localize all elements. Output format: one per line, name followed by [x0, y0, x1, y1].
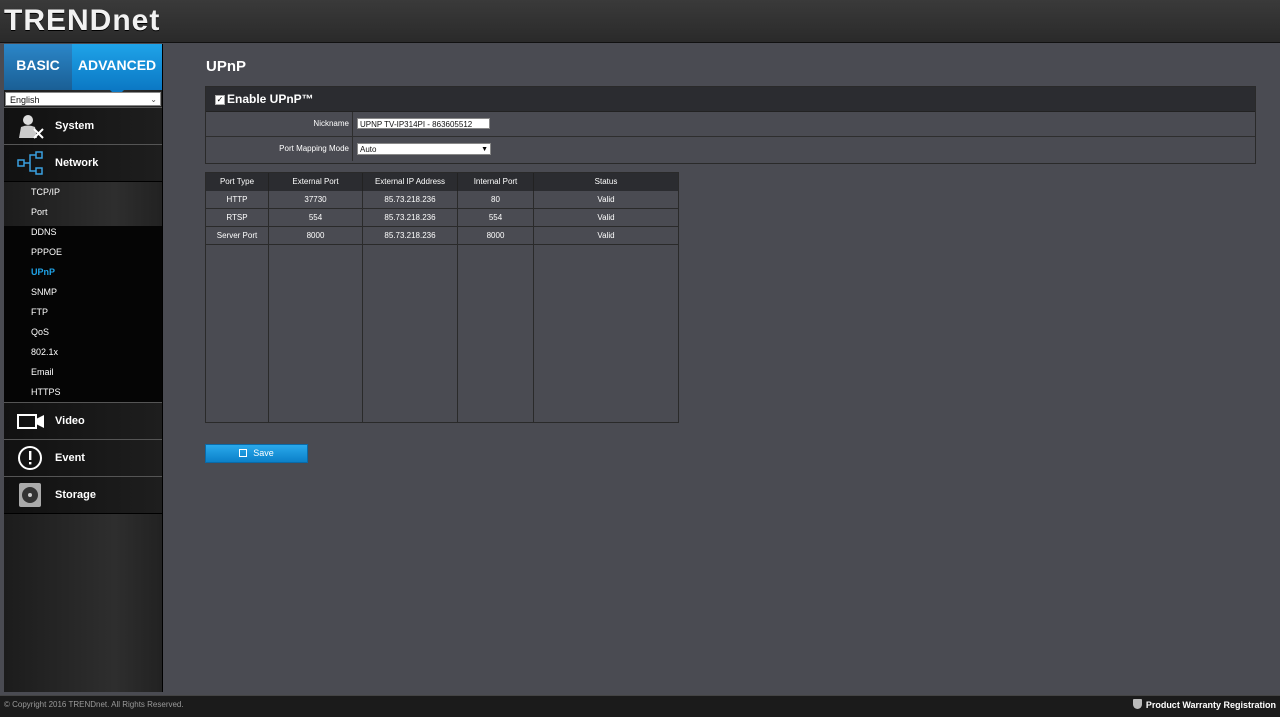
- tab-advanced[interactable]: ADVANCED: [72, 44, 162, 97]
- table-cell: Server Port: [206, 227, 269, 245]
- table-cell: 85.73.218.236: [363, 209, 458, 227]
- sidebar-section-label: Network: [55, 157, 99, 169]
- port-mapping-value: Auto: [360, 145, 377, 154]
- column-divider: [362, 191, 363, 422]
- language-value: English: [10, 95, 40, 105]
- table-cell: 8000: [458, 227, 534, 245]
- enable-upnp-checkbox[interactable]: ✓: [215, 95, 225, 105]
- column-header: Port Type: [206, 173, 269, 191]
- sidebar-item-upnp[interactable]: UPnP: [4, 262, 162, 282]
- sidebar-item-https[interactable]: HTTPS: [4, 382, 162, 402]
- sidebar-section-label: Storage: [55, 489, 96, 501]
- table-cell: HTTP: [206, 191, 269, 209]
- table-cell: Valid: [534, 227, 678, 245]
- language-select[interactable]: English ⌄: [5, 92, 161, 106]
- column-header: External IP Address: [363, 173, 458, 191]
- shield-icon: [1132, 699, 1142, 709]
- sidebar-item-qos[interactable]: QoS: [4, 322, 162, 342]
- table-cell: Valid: [534, 191, 678, 209]
- sidebar-section-label: Event: [55, 452, 85, 464]
- port-mapping-label: Port Mapping Mode: [206, 137, 353, 161]
- save-button[interactable]: Save: [205, 444, 308, 463]
- table-cell: 8000: [269, 227, 363, 245]
- sidebar-section-system[interactable]: System: [4, 107, 162, 145]
- copyright-text: © Copyright 2016 TRENDnet. All Rights Re…: [4, 700, 184, 709]
- page-title: UPnP: [206, 58, 247, 75]
- port-mapping-select[interactable]: Auto ▼: [357, 143, 491, 155]
- alert-icon: [18, 446, 42, 470]
- footer: © Copyright 2016 TRENDnet. All Rights Re…: [0, 695, 1280, 717]
- nickname-input[interactable]: UPNP TV-IP314PI - 863605512: [357, 118, 490, 129]
- column-header: Internal Port: [458, 173, 534, 191]
- warranty-label: Product Warranty Registration: [1145, 700, 1276, 710]
- upnp-settings-panel: ✓ Enable UPnP™ Nickname UPNP TV-IP314PI …: [205, 86, 1256, 164]
- sidebar-section-storage[interactable]: Storage: [4, 476, 162, 514]
- save-icon: [239, 449, 248, 457]
- chevron-down-icon: ▼: [481, 146, 488, 153]
- sidebar-item-ddns[interactable]: DDNS: [4, 222, 162, 242]
- sidebar-item-pppoe[interactable]: PPPOE: [4, 242, 162, 262]
- save-label: Save: [253, 448, 274, 458]
- sidebar-item-snmp[interactable]: SNMP: [4, 282, 162, 302]
- table-cell: 37730: [269, 191, 363, 209]
- column-divider: [457, 191, 458, 422]
- mode-tabs: BASIC ADVANCED: [4, 44, 162, 97]
- port-mapping-row: Port Mapping Mode Auto ▼: [206, 137, 1255, 161]
- table-cell: RTSP: [206, 209, 269, 227]
- sidebar-item-email[interactable]: Email: [4, 362, 162, 382]
- chevron-down-icon: ⌄: [150, 95, 157, 104]
- sidebar-section-label: Video: [55, 415, 85, 427]
- tab-basic[interactable]: BASIC: [4, 44, 72, 90]
- sidebar-section-event[interactable]: Event: [4, 439, 162, 477]
- sidebar-item-port[interactable]: Port: [4, 202, 162, 222]
- top-header: TRENDnet: [0, 0, 1280, 43]
- nickname-row: Nickname UPNP TV-IP314PI - 863605512: [206, 112, 1255, 137]
- enable-upnp-label: Enable UPnP™: [227, 92, 314, 106]
- sidebar-item-8021x[interactable]: 802.1x: [4, 342, 162, 362]
- column-divider: [268, 191, 269, 422]
- table-cell: 85.73.218.236: [363, 191, 458, 209]
- table-cell: 85.73.218.236: [363, 227, 458, 245]
- column-header: Status: [534, 173, 678, 191]
- sidebar-section-label: System: [55, 120, 95, 132]
- sidebar-section-network[interactable]: Network: [4, 144, 162, 182]
- video-camera-icon: [17, 414, 44, 429]
- storage-disk-icon: [19, 483, 41, 507]
- system-icon: [19, 115, 44, 139]
- warranty-registration-link[interactable]: Product Warranty Registration: [1132, 699, 1276, 710]
- column-divider: [533, 191, 534, 422]
- panel-header: ✓ Enable UPnP™: [206, 87, 1255, 112]
- sidebar: BASIC ADVANCED English ⌄ System Network …: [4, 44, 163, 692]
- trendnet-logo: TRENDnet: [4, 4, 161, 37]
- table-cell: 554: [458, 209, 534, 227]
- sidebar-item-tcpip[interactable]: TCP/IP: [4, 182, 162, 202]
- nickname-label: Nickname: [206, 112, 353, 136]
- sidebar-section-video[interactable]: Video: [4, 402, 162, 440]
- table-cell: 80: [458, 191, 534, 209]
- column-header: External Port: [269, 173, 363, 191]
- port-mapping-table: Port Type External Port External IP Addr…: [205, 172, 679, 423]
- table-cell: 554: [269, 209, 363, 227]
- table-cell: Valid: [534, 209, 678, 227]
- sidebar-item-ftp[interactable]: FTP: [4, 302, 162, 322]
- network-icon: [17, 151, 43, 175]
